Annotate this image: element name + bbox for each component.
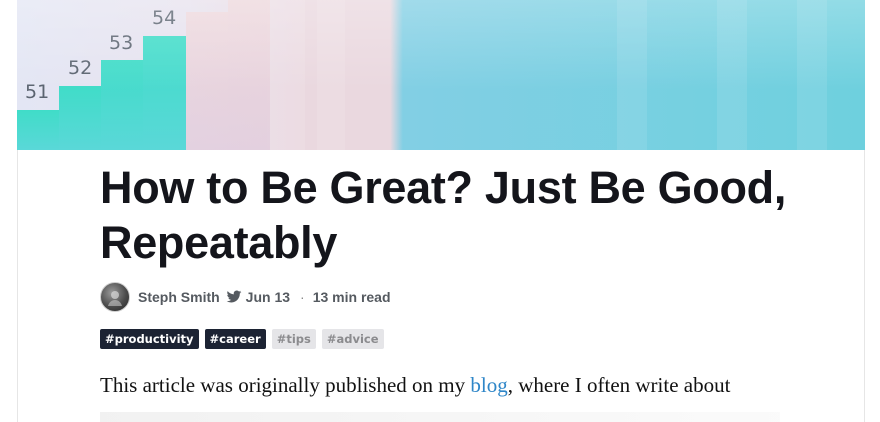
meta-separator: · — [300, 289, 305, 305]
read-time: 13 min read — [312, 289, 391, 305]
intro-text-continued: , where I often write about — [507, 373, 731, 397]
avatar-photo-icon — [108, 291, 122, 306]
card-border-left — [17, 150, 18, 422]
next-line-fade — [100, 412, 780, 422]
cover-overlay — [17, 0, 865, 150]
right-gutter — [865, 0, 880, 422]
twitter-icon[interactable] — [226, 290, 242, 304]
article-title: How to Be Great? Just Be Good, Repeatabl… — [100, 162, 787, 268]
article-header: How to Be Great? Just Be Good, Repeatabl… — [100, 160, 800, 399]
article-intro: This article was originally published on… — [100, 371, 800, 399]
intro-text: This article was originally published on… — [100, 373, 471, 397]
cover-image: 51 52 53 54 — [17, 0, 865, 150]
left-gutter — [0, 0, 17, 422]
author-name[interactable]: Steph Smith — [138, 289, 220, 305]
card-border-right — [864, 150, 865, 422]
tag-career[interactable]: #career — [204, 329, 266, 349]
publish-date: Jun 13 — [245, 289, 291, 305]
tag-productivity[interactable]: #productivity — [100, 329, 199, 349]
page: 51 52 53 54 How to Be Great? Just Be Goo… — [0, 0, 880, 422]
blog-link[interactable]: blog — [470, 373, 507, 397]
author-avatar[interactable] — [100, 282, 130, 312]
tag-list: #productivity #career #tips #advice — [100, 329, 800, 349]
tag-tips[interactable]: #tips — [271, 329, 316, 349]
article-meta: Steph Smith Jun 13 · 13 min read — [100, 282, 800, 312]
tag-advice[interactable]: #advice — [321, 329, 384, 349]
